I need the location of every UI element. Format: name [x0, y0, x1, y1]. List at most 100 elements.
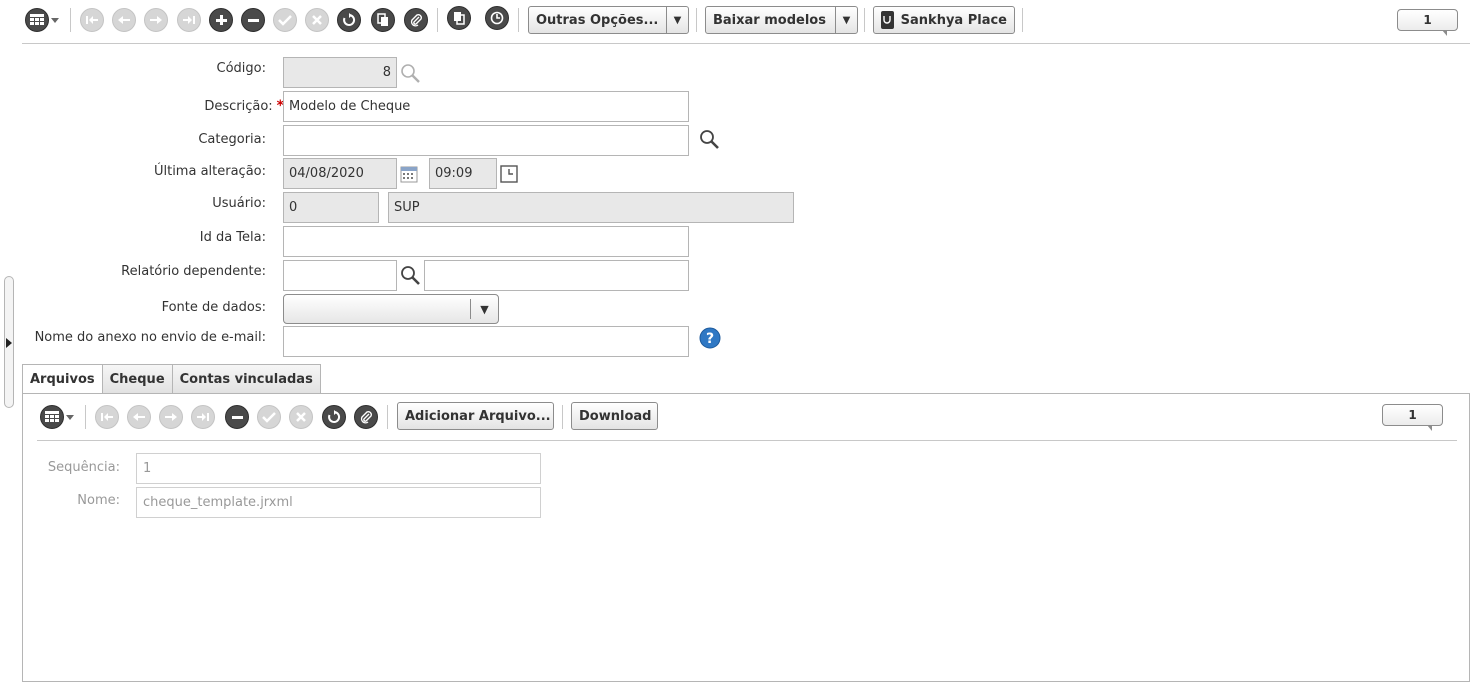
- more-options-label: Outras Opções...: [536, 12, 659, 28]
- search-icon[interactable]: [397, 60, 423, 86]
- clock-icon: [490, 11, 504, 25]
- attach-icon: [410, 14, 422, 27]
- attach-button[interactable]: [354, 405, 378, 429]
- nome-field[interactable]: cheque_template.jrxml: [136, 487, 541, 518]
- relatorio-dependente-name-field[interactable]: [424, 260, 689, 291]
- ultima-alteracao-time-field[interactable]: 09:09: [429, 158, 497, 189]
- toolbar-separator: [85, 405, 86, 429]
- expand-arrow-icon[interactable]: [6, 338, 12, 348]
- usuario-name-field[interactable]: SUP: [388, 192, 794, 223]
- sequencia-field[interactable]: 1: [136, 453, 541, 484]
- toolbar-separator: [70, 8, 71, 32]
- chevron-down-icon[interactable]: ▼: [835, 7, 857, 33]
- next-record-button[interactable]: [159, 405, 183, 429]
- copy-button[interactable]: [371, 8, 395, 32]
- refresh-icon: [328, 410, 341, 423]
- first-record-icon: [101, 413, 113, 421]
- grid-menu-button[interactable]: [40, 405, 80, 429]
- last-record-button[interactable]: [177, 8, 201, 32]
- categoria-field[interactable]: [283, 125, 689, 156]
- previous-record-icon: [133, 413, 145, 421]
- tab-cheque[interactable]: Cheque: [101, 364, 173, 393]
- search-icon[interactable]: [696, 126, 722, 152]
- toolbar-separator: [864, 8, 865, 32]
- add-button[interactable]: [209, 8, 233, 32]
- save-button[interactable]: [273, 8, 297, 32]
- tab-arquivos[interactable]: Arquivos: [22, 364, 103, 394]
- first-record-button[interactable]: [80, 8, 104, 32]
- previous-record-icon: [118, 16, 130, 24]
- next-record-icon: [165, 413, 177, 421]
- last-record-button[interactable]: [191, 405, 215, 429]
- tab-contas-vinculadas[interactable]: Contas vinculadas: [171, 364, 321, 393]
- toolbar-separator: [1022, 8, 1023, 32]
- refresh-icon: [343, 13, 356, 26]
- nome-label: Nome:: [77, 493, 120, 508]
- attach-button[interactable]: [404, 8, 428, 32]
- download-button[interactable]: Download: [571, 402, 658, 430]
- main-toolbar: Outras Opções... ▼ Baixar modelos ▼ Sank…: [0, 0, 1476, 44]
- save-icon: [262, 412, 276, 423]
- chevron-down-icon[interactable]: ▼: [470, 299, 498, 319]
- refresh-button[interactable]: [337, 8, 361, 32]
- ultima-alteracao-date-field[interactable]: 04/08/2020: [283, 158, 397, 189]
- nome-anexo-label: Nome do anexo no envio de e-mail:: [34, 330, 266, 345]
- grid-icon: [40, 405, 64, 429]
- toolbar-separator: [518, 8, 519, 32]
- copy-icon: [377, 13, 388, 26]
- more-options-button[interactable]: Outras Opções... ▼: [528, 6, 689, 34]
- descricao-label: Descrição: *: [20, 98, 284, 114]
- toolbar-divider: [22, 43, 1470, 44]
- svg-text:?: ?: [706, 331, 714, 347]
- page-indicator[interactable]: 1: [1397, 9, 1458, 36]
- toolbar-separator: [387, 405, 388, 429]
- previous-record-button[interactable]: [112, 8, 136, 32]
- relatorio-dependente-label: Relatório dependente:: [121, 264, 266, 279]
- calendar-icon[interactable]: [398, 163, 420, 185]
- next-record-button[interactable]: [144, 8, 168, 32]
- duplicate-button[interactable]: [447, 6, 471, 30]
- sankhya-place-label: Sankhya Place: [900, 12, 1007, 28]
- refresh-button[interactable]: [322, 405, 346, 429]
- sequencia-label: Sequência:: [47, 460, 120, 475]
- history-button[interactable]: [485, 6, 509, 30]
- add-file-button[interactable]: Adicionar Arquivo...: [397, 402, 554, 430]
- relatorio-dependente-code-field[interactable]: [283, 260, 397, 291]
- first-record-button[interactable]: [95, 405, 119, 429]
- toolbar-separator: [562, 405, 563, 429]
- remove-button[interactable]: [225, 405, 249, 429]
- last-record-icon: [197, 413, 209, 421]
- save-button[interactable]: [257, 405, 281, 429]
- previous-record-button[interactable]: [127, 405, 151, 429]
- fonte-dados-select[interactable]: ▼: [283, 294, 499, 324]
- descricao-field[interactable]: Modelo de Cheque: [283, 91, 689, 122]
- id-tela-field[interactable]: [283, 226, 689, 257]
- grid-menu-button[interactable]: [25, 8, 65, 32]
- categoria-label: Categoria:: [198, 132, 266, 147]
- sankhya-place-button[interactable]: Sankhya Place: [873, 6, 1015, 34]
- nome-anexo-field[interactable]: [283, 326, 689, 357]
- toolbar-separator: [696, 8, 697, 32]
- arquivos-panel: Adicionar Arquivo... Download 1 Sequênci…: [22, 393, 1470, 682]
- attach-icon: [360, 411, 372, 424]
- clock-icon[interactable]: [498, 163, 520, 185]
- remove-icon: [232, 416, 243, 419]
- codigo-field[interactable]: 8: [283, 57, 397, 88]
- download-models-label: Baixar modelos: [713, 12, 826, 28]
- fonte-dados-label: Fonte de dados:: [161, 300, 266, 315]
- cancel-button[interactable]: [305, 8, 329, 32]
- chevron-down-icon[interactable]: ▼: [666, 7, 688, 33]
- toolbar-separator: [437, 8, 438, 32]
- search-icon[interactable]: [397, 262, 423, 288]
- codigo-label: Código:: [216, 61, 266, 76]
- help-icon[interactable]: ?: [698, 326, 722, 350]
- remove-button[interactable]: [241, 8, 265, 32]
- grid-icon: [25, 8, 49, 32]
- cancel-button[interactable]: [289, 405, 313, 429]
- shopping-bag-icon: [881, 11, 894, 29]
- download-models-button[interactable]: Baixar modelos ▼: [705, 6, 858, 34]
- usuario-code-field[interactable]: 0: [283, 192, 379, 223]
- toolbar-divider: [37, 440, 1457, 441]
- remove-icon: [248, 19, 259, 22]
- page-indicator[interactable]: 1: [1382, 404, 1443, 431]
